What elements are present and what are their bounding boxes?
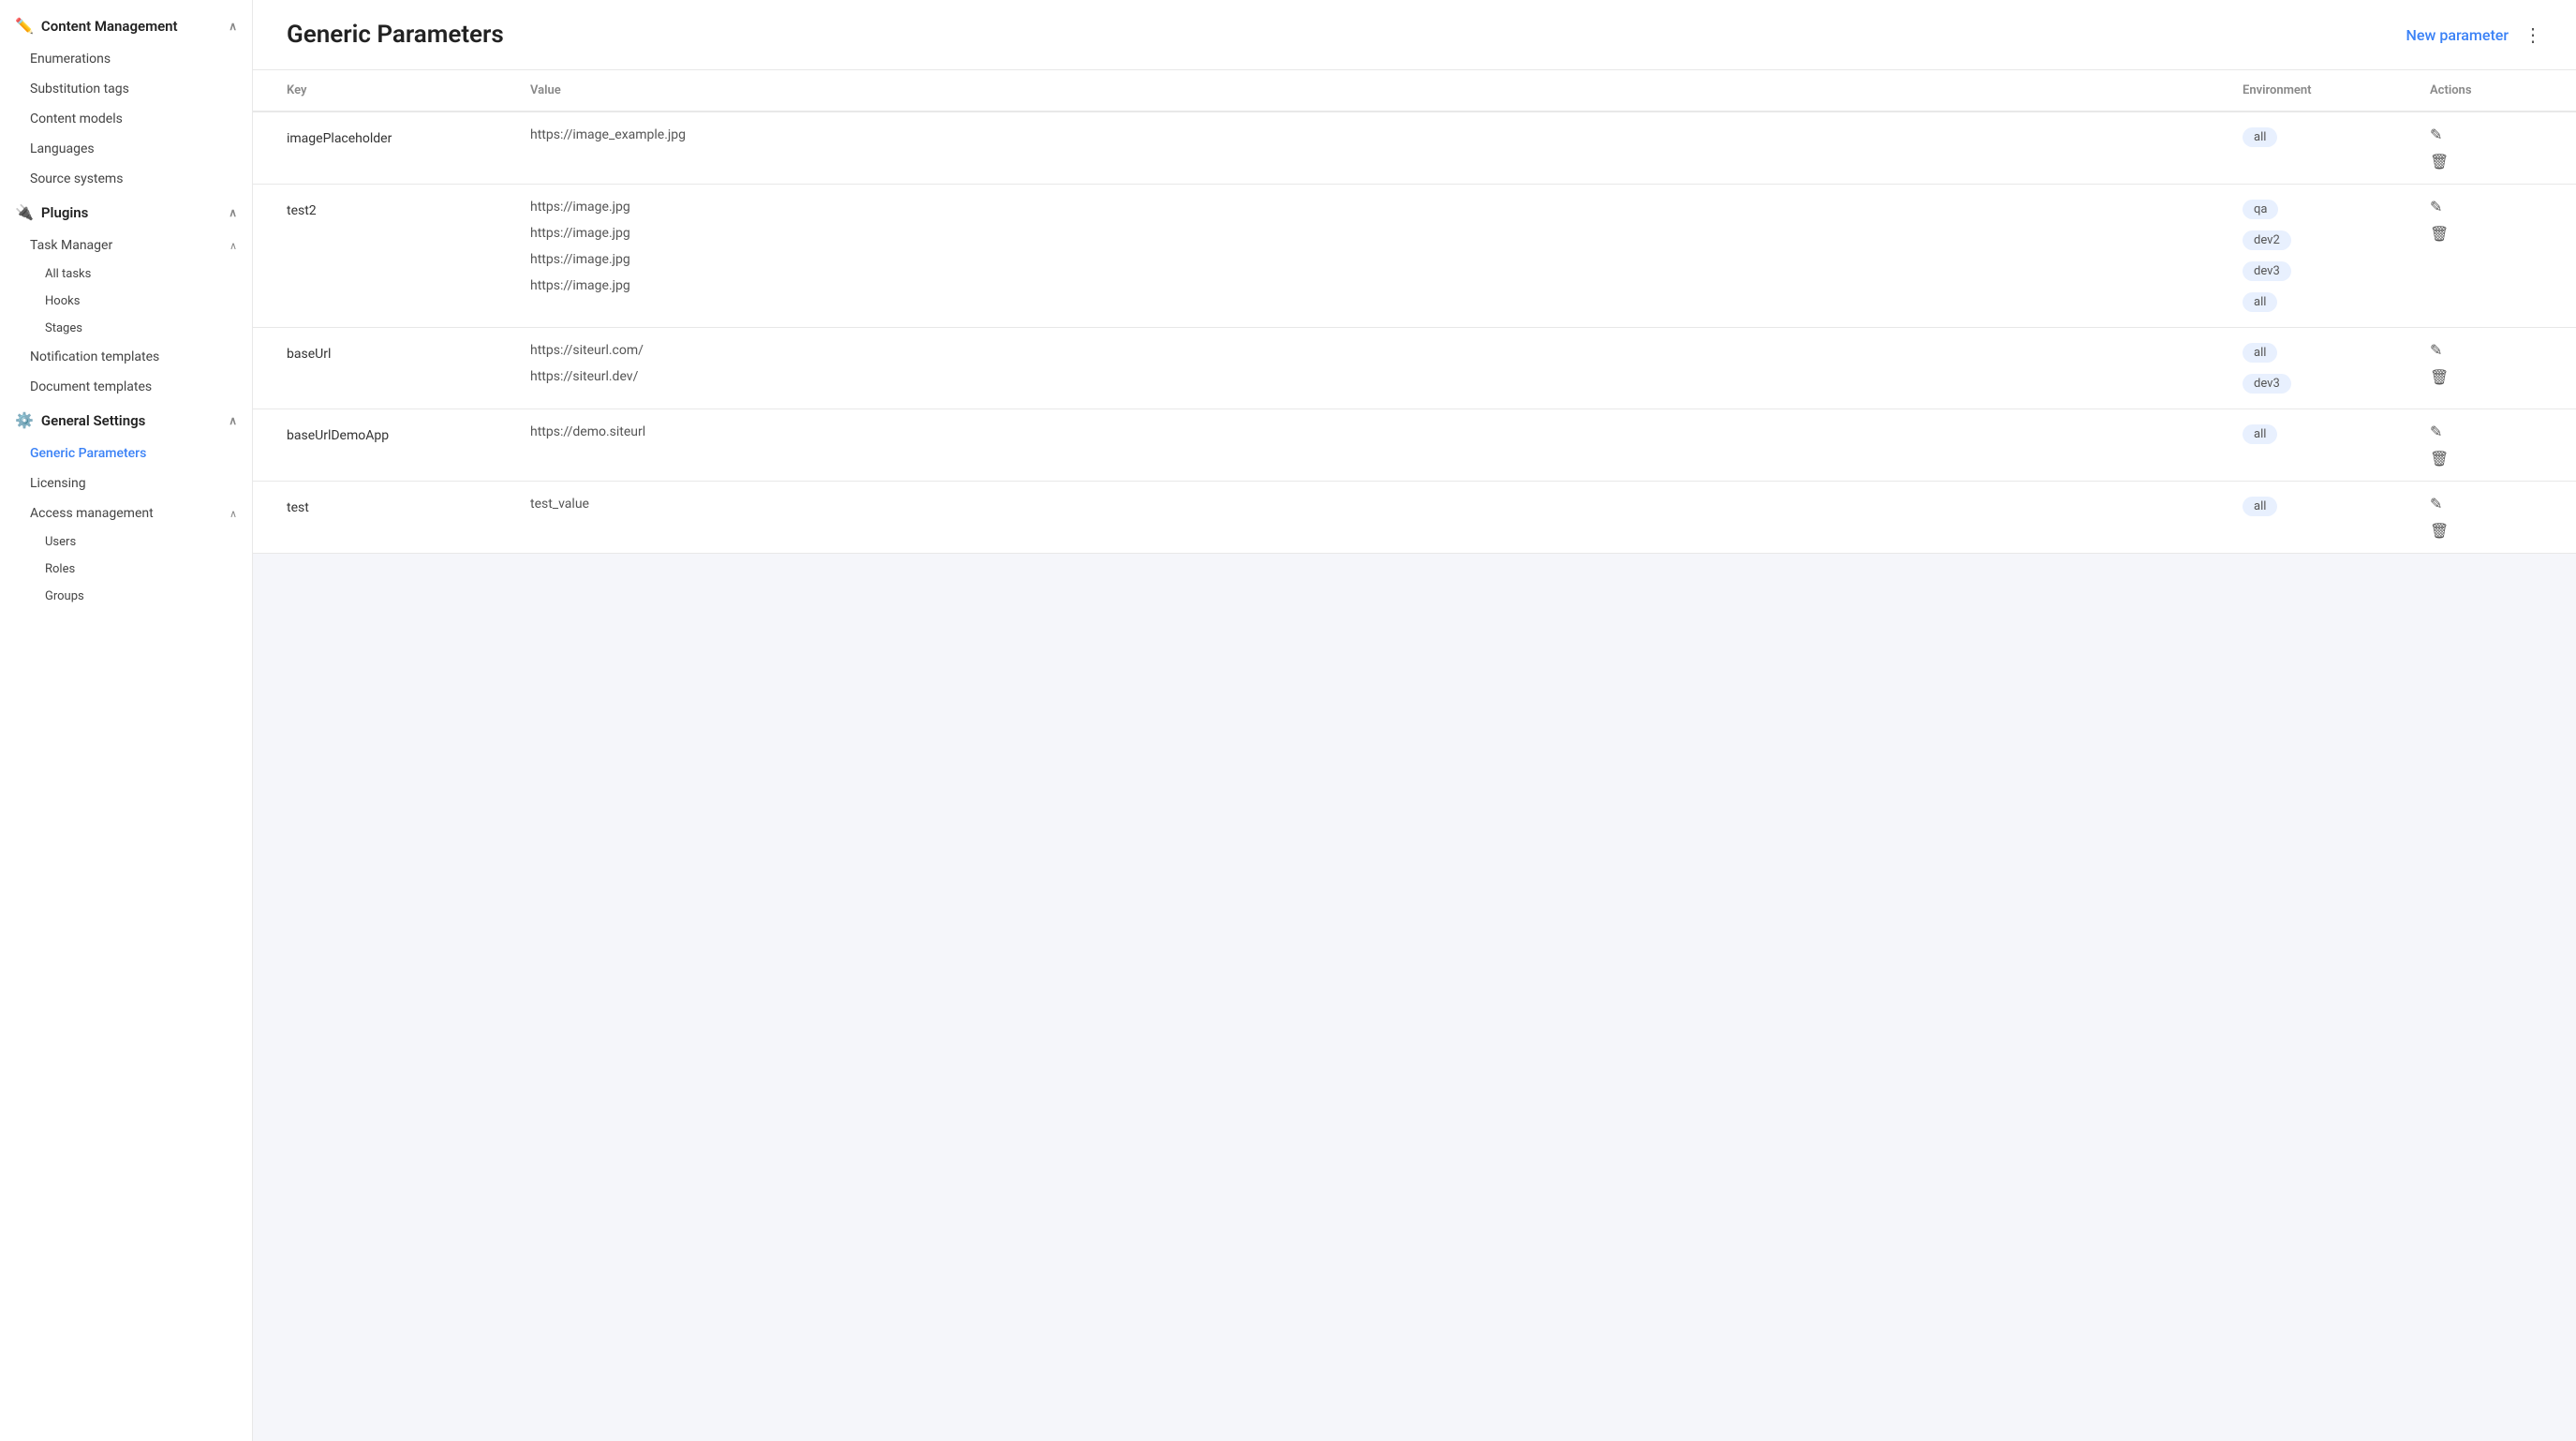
row-environments: all — [2243, 409, 2430, 459]
sidebar-item-document-templates[interactable]: Document templates — [0, 372, 252, 402]
row-environments: all — [2243, 112, 2430, 162]
general-settings-icon: ⚙️ — [15, 411, 34, 429]
column-environment: Environment — [2243, 83, 2430, 97]
delete-icon[interactable]: 🗑 — [2430, 522, 2449, 540]
sidebar-item-enumerations[interactable]: Enumerations — [0, 44, 252, 74]
sidebar-item-groups[interactable]: Groups — [0, 583, 252, 610]
sidebar-item-roles[interactable]: Roles — [0, 556, 252, 583]
sidebar: ✏️ Content Management ∧ Enumerations Sub… — [0, 0, 253, 1441]
row-values: https://siteurl.com/ https://siteurl.dev… — [530, 328, 2243, 399]
main-content: Generic Parameters New parameter ⋮ Key V… — [253, 0, 2576, 1441]
row-environments: qa dev2 dev3 all — [2243, 185, 2430, 327]
page-header: Generic Parameters New parameter ⋮ — [253, 0, 2576, 70]
sidebar-item-users[interactable]: Users — [0, 528, 252, 556]
sidebar-item-stages[interactable]: Stages — [0, 315, 252, 342]
sidebar-subsection-access-management[interactable]: Access management ∧ — [0, 498, 252, 528]
row-key: test — [287, 482, 530, 534]
new-parameter-button[interactable]: New parameter — [2406, 26, 2509, 44]
content-management-icon: ✏️ — [15, 17, 34, 35]
row-values: test_value — [530, 482, 2243, 527]
parameters-table: Key Value Environment Actions imagePlace… — [253, 70, 2576, 554]
sidebar-subsection-task-manager[interactable]: Task Manager ∧ — [0, 230, 252, 260]
env-badge: dev3 — [2243, 261, 2291, 281]
row-value: https://image.jpg — [530, 252, 2243, 267]
edit-icon[interactable]: ✎ — [2430, 423, 2442, 440]
env-badge: dev2 — [2243, 230, 2291, 250]
plugins-icon: 🔌 — [15, 203, 34, 221]
env-badge: all — [2243, 424, 2277, 444]
sidebar-section-general-settings[interactable]: ⚙️ General Settings ∧ — [0, 402, 252, 438]
page-title: Generic Parameters — [287, 21, 504, 49]
env-badge: all — [2243, 497, 2277, 516]
sidebar-item-hooks[interactable]: Hooks — [0, 288, 252, 315]
sidebar-item-source-systems[interactable]: Source systems — [0, 164, 252, 194]
more-options-button[interactable]: ⋮ — [2524, 23, 2542, 46]
sidebar-item-substitution-tags[interactable]: Substitution tags — [0, 74, 252, 104]
row-environments: all dev3 — [2243, 328, 2430, 409]
row-value: https://siteurl.com/ — [530, 343, 2243, 358]
row-key: baseUrlDemoApp — [287, 409, 530, 462]
delete-icon[interactable]: 🗑 — [2430, 225, 2449, 243]
env-badge: all — [2243, 292, 2277, 312]
header-actions: New parameter ⋮ — [2406, 23, 2542, 46]
sidebar-item-content-models[interactable]: Content models — [0, 104, 252, 134]
row-actions: ✎ 🗑 — [2430, 409, 2542, 481]
table-row: test test_value all ✎ 🗑 — [253, 482, 2576, 554]
env-badge: qa — [2243, 200, 2278, 219]
row-values: https://demo.siteurl — [530, 409, 2243, 454]
row-value: https://image.jpg — [530, 226, 2243, 241]
column-actions: Actions — [2430, 83, 2542, 97]
column-key: Key — [287, 83, 530, 97]
delete-icon[interactable]: 🗑 — [2430, 153, 2449, 171]
row-key: baseUrl — [287, 328, 530, 380]
sidebar-section-content-management[interactable]: ✏️ Content Management ∧ — [0, 7, 252, 44]
sidebar-section-plugins[interactable]: 🔌 Plugins ∧ — [0, 194, 252, 230]
edit-icon[interactable]: ✎ — [2430, 126, 2442, 143]
delete-icon[interactable]: 🗑 — [2430, 368, 2449, 386]
table-row: imagePlaceholder https://image_example.j… — [253, 112, 2576, 185]
delete-icon[interactable]: 🗑 — [2430, 450, 2449, 468]
env-badge: all — [2243, 127, 2277, 147]
env-badge: all — [2243, 343, 2277, 363]
row-value: https://siteurl.dev/ — [530, 369, 2243, 384]
access-management-chevron-icon: ∧ — [229, 508, 237, 520]
sidebar-item-all-tasks[interactable]: All tasks — [0, 260, 252, 288]
row-value: https://image.jpg — [530, 200, 2243, 215]
sidebar-item-generic-parameters[interactable]: Generic Parameters — [0, 438, 252, 468]
env-badge: dev3 — [2243, 374, 2291, 394]
sidebar-item-licensing[interactable]: Licensing — [0, 468, 252, 498]
column-value: Value — [530, 83, 2243, 97]
row-actions: ✎ 🗑 — [2430, 112, 2542, 184]
row-value: https://demo.siteurl — [530, 424, 2243, 439]
row-value: https://image_example.jpg — [530, 127, 2243, 142]
general-settings-chevron-icon: ∧ — [229, 414, 237, 427]
table-header: Key Value Environment Actions — [253, 70, 2576, 112]
plugins-chevron-icon: ∧ — [229, 206, 237, 219]
task-manager-chevron-icon: ∧ — [229, 240, 237, 252]
row-value: https://image.jpg — [530, 278, 2243, 293]
edit-icon[interactable]: ✎ — [2430, 341, 2442, 359]
sidebar-item-notification-templates[interactable]: Notification templates — [0, 342, 252, 372]
row-actions: ✎ 🗑 — [2430, 185, 2542, 256]
table-row: baseUrl https://siteurl.com/ https://sit… — [253, 328, 2576, 409]
row-values: https://image.jpg https://image.jpg http… — [530, 185, 2243, 308]
row-key: imagePlaceholder — [287, 112, 530, 165]
edit-icon[interactable]: ✎ — [2430, 198, 2442, 215]
edit-icon[interactable]: ✎ — [2430, 495, 2442, 513]
row-values: https://image_example.jpg — [530, 112, 2243, 157]
row-value: test_value — [530, 497, 2243, 512]
row-actions: ✎ 🗑 — [2430, 482, 2542, 553]
table-row: test2 https://image.jpg https://image.jp… — [253, 185, 2576, 328]
row-environments: all — [2243, 482, 2430, 531]
row-key: test2 — [287, 185, 530, 237]
row-actions: ✎ 🗑 — [2430, 328, 2542, 399]
sidebar-item-languages[interactable]: Languages — [0, 134, 252, 164]
chevron-up-icon: ∧ — [229, 20, 237, 33]
table-row: baseUrlDemoApp https://demo.siteurl all … — [253, 409, 2576, 482]
